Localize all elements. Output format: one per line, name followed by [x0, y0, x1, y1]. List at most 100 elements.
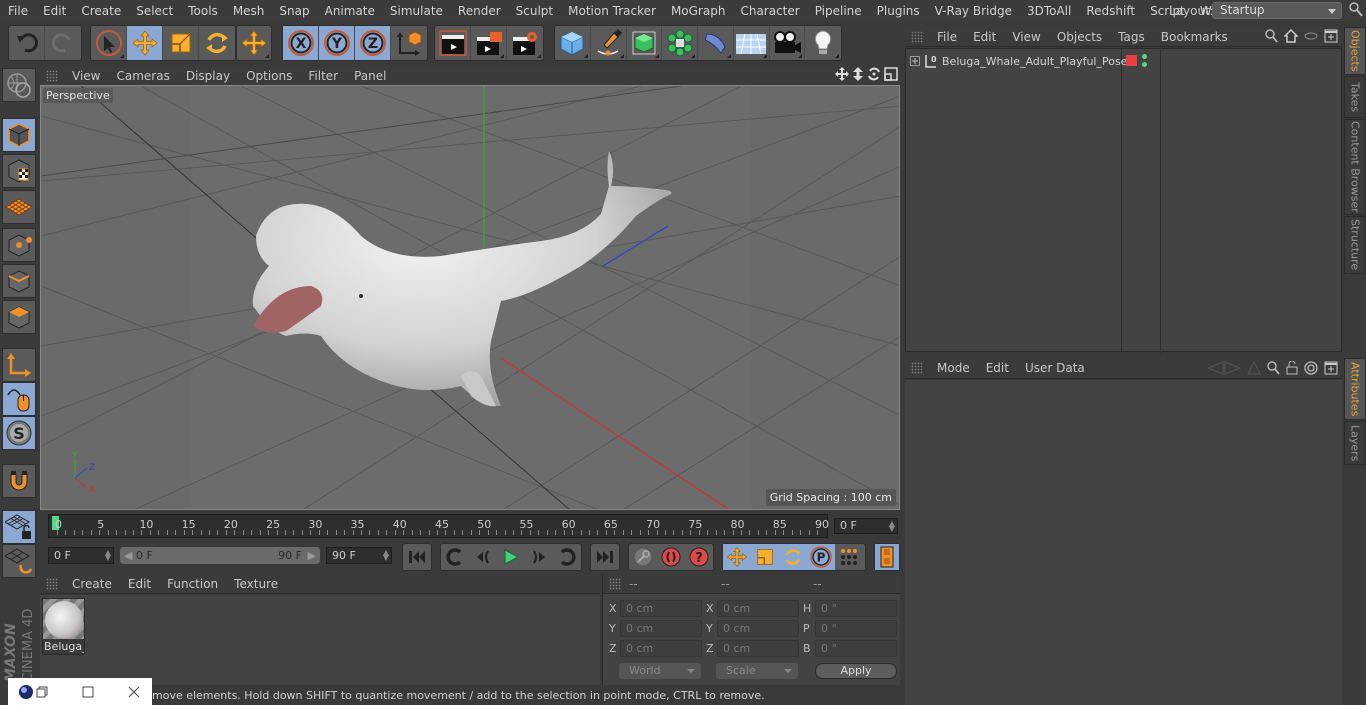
panel-grip-icon[interactable] — [46, 69, 58, 82]
range-right-arrow-icon[interactable]: ▶ — [308, 547, 316, 564]
panel-grip-icon[interactable] — [911, 30, 923, 43]
attr-menu-user-data[interactable]: User Data — [1017, 361, 1093, 375]
search-icon[interactable] — [1267, 361, 1280, 375]
viewport-menu-display[interactable]: Display — [178, 69, 238, 83]
model-mode-button[interactable] — [2, 118, 36, 152]
maximize-icon[interactable] — [82, 686, 94, 698]
key-scale-button[interactable] — [751, 544, 779, 570]
size-mode-select[interactable]: Scale — [716, 663, 798, 679]
texture-mode-button[interactable] — [2, 154, 36, 188]
zoom-dolly-icon[interactable] — [852, 67, 864, 81]
subdivision-surface-button[interactable] — [627, 26, 663, 60]
menu-select[interactable]: Select — [128, 0, 180, 22]
spinner-icon[interactable]: ▲ ▼ — [889, 520, 895, 533]
new-panel-icon[interactable] — [1324, 361, 1338, 375]
rotate-button[interactable] — [199, 26, 235, 60]
menu-plugins[interactable]: Plugins — [869, 0, 927, 22]
floor-button[interactable] — [734, 26, 770, 60]
render-view-button[interactable] — [435, 26, 471, 60]
menu-tools[interactable]: Tools — [180, 0, 225, 22]
back-forward-icon[interactable] — [1207, 361, 1241, 375]
menu-mograph[interactable]: MoGraph — [663, 0, 733, 22]
coordinate-system-button[interactable] — [391, 26, 427, 60]
light-button[interactable] — [805, 26, 841, 60]
object-menu-file[interactable]: File — [929, 30, 965, 44]
workplane-align-button[interactable] — [2, 544, 36, 578]
rot-p-field[interactable]: 0 ° — [815, 620, 897, 637]
target-icon[interactable] — [1304, 361, 1318, 375]
home-icon[interactable] — [1284, 29, 1298, 43]
maximize-view-icon[interactable] — [884, 67, 898, 81]
menu-3dtoall[interactable]: 3DToAll — [1019, 0, 1078, 22]
pos-y-field[interactable]: 0 cm — [620, 620, 702, 637]
pen-spline-button[interactable] — [591, 26, 627, 60]
object-menu-view[interactable]: View — [1004, 30, 1048, 44]
workplane-mode-button[interactable] — [2, 190, 36, 224]
camera-label[interactable]: Perspective — [43, 88, 113, 103]
tab-objects[interactable]: Objects — [1344, 27, 1366, 75]
render-visibility-dot[interactable] — [1142, 62, 1147, 67]
goto-end-button[interactable] — [591, 544, 619, 570]
tab-structure[interactable]: Structure — [1344, 216, 1366, 274]
visibility-icon[interactable] — [1304, 31, 1318, 41]
menu-character[interactable]: Character — [732, 0, 806, 22]
panel-grip-icon[interactable] — [609, 578, 621, 590]
new-panel-icon[interactable] — [1324, 29, 1338, 43]
coordinate-space-select[interactable]: World — [619, 663, 701, 679]
material-menu-texture[interactable]: Texture — [226, 577, 286, 591]
object-menu-tags[interactable]: Tags — [1110, 30, 1153, 44]
camera-button[interactable] — [770, 26, 806, 60]
menu-sculpt[interactable]: Sculpt — [508, 0, 560, 22]
pan-icon[interactable] — [835, 67, 849, 81]
viewport-menu-filter[interactable]: Filter — [300, 69, 346, 83]
tab-attributes[interactable]: Attributes — [1344, 358, 1366, 420]
next-key-button[interactable] — [553, 544, 581, 570]
menu-redshift[interactable]: Redshift — [1078, 0, 1142, 22]
tab-content-browser[interactable]: Content Browser — [1344, 119, 1366, 215]
next-frame-button[interactable] — [525, 544, 553, 570]
lock-icon[interactable] — [1286, 361, 1298, 375]
goto-start-button[interactable] — [403, 544, 431, 570]
snap-magnet-button[interactable] — [2, 464, 36, 498]
material-swatch[interactable]: Beluga_ — [42, 598, 85, 655]
rot-b-field[interactable]: 0 ° — [815, 640, 897, 657]
up-arrow-icon[interactable] — [1247, 361, 1261, 375]
key-parameter-button[interactable]: P — [807, 544, 835, 570]
object-name[interactable]: Beluga_Whale_Adult_Playful_Pose — [942, 55, 1127, 68]
redo-button[interactable] — [45, 26, 81, 60]
object-menu-bookmarks[interactable]: Bookmarks — [1153, 30, 1236, 44]
live-selection-button[interactable] — [91, 26, 127, 60]
layout-select[interactable]: Startup — [1212, 2, 1342, 19]
menu-simulate[interactable]: Simulate — [382, 0, 450, 22]
edges-mode-button[interactable] — [2, 264, 36, 298]
rot-h-field[interactable]: 0 ° — [815, 600, 897, 617]
make-editable-button[interactable] — [2, 68, 36, 102]
close-icon[interactable] — [128, 686, 140, 698]
end-frame-field[interactable]: 90 F ▲ ▼ — [326, 547, 392, 564]
menu-render[interactable]: Render — [450, 0, 508, 22]
move-button[interactable] — [127, 26, 163, 60]
undo-button[interactable] — [9, 26, 45, 60]
layer-color-swatch[interactable] — [1126, 55, 1137, 66]
orbit-icon[interactable] — [867, 67, 881, 81]
pos-z-field[interactable]: 0 cm — [620, 640, 702, 657]
size-x-field[interactable]: 0 cm — [717, 600, 799, 617]
object-row[interactable]: 0 Beluga_Whale_Adult_Playful_Pose — [906, 52, 1342, 70]
solo-mode-button[interactable]: S — [2, 416, 36, 450]
menu-vray-bridge[interactable]: V-Ray Bridge — [927, 0, 1019, 22]
attr-menu-mode[interactable]: Mode — [929, 361, 978, 375]
x-axis-lock-button[interactable]: X — [283, 26, 319, 60]
y-axis-lock-button[interactable]: Y — [319, 26, 355, 60]
tab-layers[interactable]: Layers — [1344, 421, 1366, 465]
size-z-field[interactable]: 0 cm — [717, 640, 799, 657]
search-icon[interactable] — [1265, 29, 1278, 43]
expand-icon[interactable] — [910, 56, 920, 66]
menu-snap[interactable]: Snap — [271, 0, 316, 22]
timeline-ruler[interactable]: 0 5 10 15 20 25 30 35 40 45 50 55 60 65 70 75 80 85 90 — [48, 514, 829, 538]
menu-mesh[interactable]: Mesh — [225, 0, 272, 22]
start-frame-field[interactable]: 0 F ▲ ▼ — [48, 547, 114, 564]
workplane-lock-button[interactable] — [2, 510, 36, 544]
points-mode-button[interactable] — [2, 228, 36, 262]
cube-object-button[interactable] — [555, 26, 591, 60]
apply-button[interactable]: Apply — [815, 663, 897, 679]
